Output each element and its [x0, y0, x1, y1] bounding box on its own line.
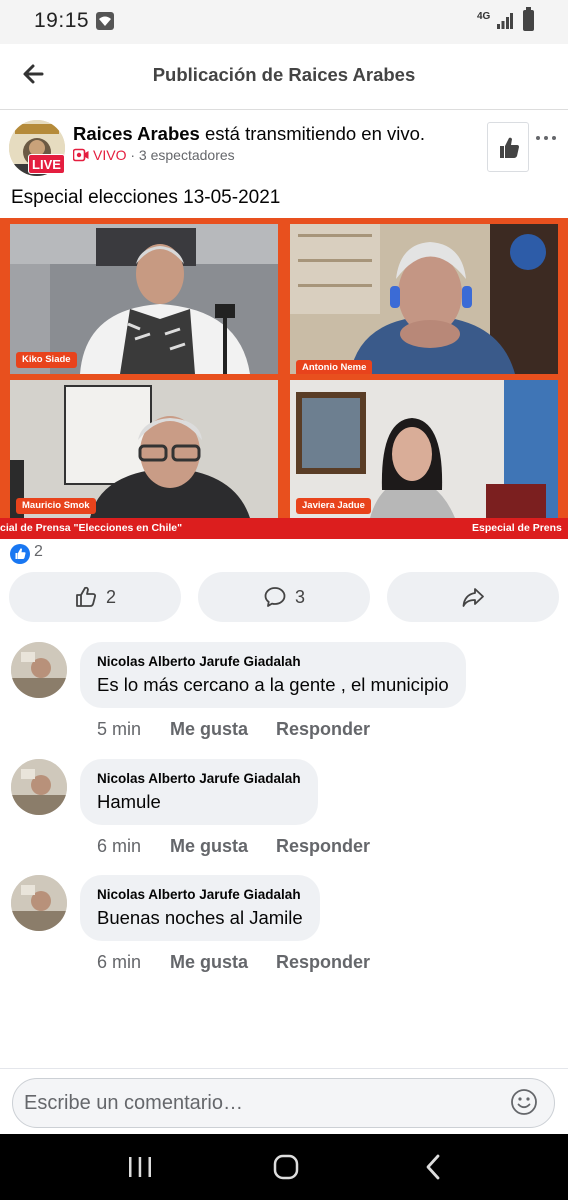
- comment-reply-button[interactable]: Responder: [276, 836, 370, 857]
- comment-like-button[interactable]: Me gusta: [170, 952, 276, 973]
- network-label: 4G: [477, 11, 491, 22]
- comment-icon: [264, 587, 286, 607]
- participant-name: Javiera Jadue: [296, 498, 371, 514]
- comment-button[interactable]: 3: [198, 572, 370, 622]
- post-author[interactable]: Raices Arabes: [73, 123, 200, 144]
- signal-icon: [497, 13, 513, 29]
- like-count: 2: [105, 586, 116, 607]
- home-button[interactable]: [270, 1152, 302, 1182]
- emoji-button[interactable]: [510, 1088, 538, 1116]
- post-meta: VIVO · 3 espectadores: [73, 147, 235, 163]
- video-tile: Mauricio Smok: [10, 380, 278, 518]
- comment-count: 3: [294, 586, 305, 607]
- banner-left-text: cial de Prensa "Elecciones en Chile": [0, 522, 183, 534]
- thumbs-up-icon: [500, 137, 519, 158]
- like-button[interactable]: 2: [9, 572, 181, 622]
- video-banner: cial de Prensa "Elecciones en Chile" Esp…: [0, 518, 568, 539]
- post-author-line: Raices Arabes está transmitiendo en vivo…: [73, 123, 425, 145]
- comment-bubble: Nicolas Alberto Jarufe Giadalah Hamule: [80, 759, 318, 825]
- comment-actions: 6 min Me gusta Responder: [97, 952, 370, 973]
- comment-avatar[interactable]: [11, 759, 67, 815]
- comment-author[interactable]: Nicolas Alberto Jarufe Giadalah: [97, 771, 301, 786]
- share-icon: [462, 588, 484, 607]
- comment-actions: 6 min Me gusta Responder: [97, 836, 370, 857]
- reaction-count[interactable]: 2: [34, 543, 43, 561]
- comment-reply-button[interactable]: Responder: [276, 719, 370, 740]
- back-nav-button[interactable]: [418, 1152, 450, 1182]
- comment-avatar[interactable]: [11, 642, 67, 698]
- participant-name: Mauricio Smok: [16, 498, 96, 514]
- comment-time: 5 min: [97, 719, 142, 739]
- status-bar: 19:15 4G: [0, 0, 568, 44]
- post-caption: Especial elecciones 13-05-2021: [11, 187, 281, 208]
- live-label: VIVO: [93, 147, 127, 163]
- app-header: Publicación de Raices Arabes: [0, 44, 568, 110]
- page-title: Publicación de Raices Arabes: [152, 64, 416, 85]
- dot: [544, 136, 548, 140]
- video-tile: Antonio Neme: [290, 224, 558, 374]
- comment-reply-button[interactable]: Responder: [276, 952, 370, 973]
- chevron-left-icon: [426, 1154, 440, 1180]
- comment-time: 6 min: [97, 952, 142, 972]
- live-video[interactable]: Kiko Siade Antonio Neme Mauricio Smok Ja…: [0, 218, 568, 539]
- comment-text: Hamule: [97, 791, 161, 812]
- comment-text: Es lo más cercano a la gente , el munici…: [97, 674, 449, 695]
- battery-icon: [523, 7, 534, 31]
- comment-like-button[interactable]: Me gusta: [170, 719, 276, 740]
- share-button[interactable]: [387, 572, 559, 622]
- comment-bubble: Nicolas Alberto Jarufe Giadalah Buenas n…: [80, 875, 320, 941]
- live-video-icon: [73, 148, 89, 162]
- smiley-icon: [511, 1089, 537, 1115]
- viewer-count: 3 espectadores: [138, 147, 235, 163]
- post-action-text: está transmitiendo en vivo.: [199, 123, 426, 144]
- comment-time: 6 min: [97, 836, 142, 856]
- comment-actions: 5 min Me gusta Responder: [97, 719, 370, 740]
- comment-avatar[interactable]: [11, 875, 67, 931]
- like-reaction-icon[interactable]: [10, 544, 30, 564]
- recent-apps-icon: [129, 1157, 151, 1177]
- thumbs-up-outline-icon: [76, 586, 96, 607]
- participant-name: Antonio Neme: [296, 360, 373, 374]
- home-icon: [273, 1154, 299, 1180]
- recent-apps-button[interactable]: [124, 1152, 156, 1182]
- more-options-button[interactable]: [534, 128, 560, 148]
- live-badge: LIVE: [28, 154, 65, 174]
- meta-separator: ·: [126, 147, 139, 163]
- system-nav-bar: [0, 1134, 568, 1200]
- video-tile: Javiera Jadue: [290, 380, 558, 518]
- comment-text: Buenas noches al Jamile: [97, 907, 303, 928]
- video-tile: Kiko Siade: [10, 224, 278, 374]
- like-page-button[interactable]: [487, 122, 529, 172]
- comment-author[interactable]: Nicolas Alberto Jarufe Giadalah: [97, 654, 449, 669]
- wifi-icon: [96, 12, 114, 30]
- comment-like-button[interactable]: Me gusta: [170, 836, 276, 857]
- status-time: 19:15: [34, 9, 90, 32]
- dot: [536, 136, 540, 140]
- comment-composer: [0, 1068, 568, 1134]
- comment-input[interactable]: [12, 1078, 555, 1128]
- comment-author[interactable]: Nicolas Alberto Jarufe Giadalah: [97, 887, 303, 902]
- participant-name: Kiko Siade: [16, 352, 77, 368]
- dot: [552, 136, 556, 140]
- banner-right-text: Especial de Prens: [472, 522, 562, 534]
- comment-bubble: Nicolas Alberto Jarufe Giadalah Es lo má…: [80, 642, 466, 708]
